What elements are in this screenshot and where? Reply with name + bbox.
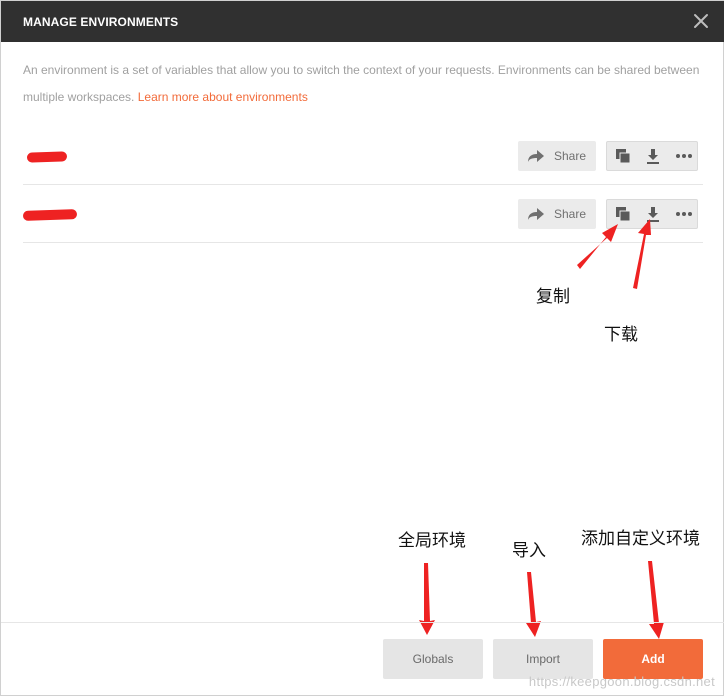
import-annotation: 导入 xyxy=(512,541,546,561)
add-annotation: 添加自定义环境 xyxy=(581,529,700,549)
download-arrow xyxy=(633,219,651,289)
add-arrow xyxy=(648,561,664,639)
add-button[interactable]: Add xyxy=(603,639,703,679)
manage-environments-dialog: MANAGE ENVIRONMENTS An environment is a … xyxy=(0,0,724,696)
import-arrow xyxy=(526,572,541,637)
copy-annotation: 复制 xyxy=(536,287,570,307)
import-button[interactable]: Import xyxy=(493,639,593,679)
globals-arrow xyxy=(419,563,435,635)
globals-annotation: 全局环境 xyxy=(398,531,466,551)
watermark: https://keepgoon.blog.csdn.net xyxy=(528,674,715,689)
footer-divider xyxy=(1,622,724,623)
annotation-arrows xyxy=(419,219,664,639)
copy-arrow xyxy=(577,224,618,269)
download-annotation: 下载 xyxy=(604,325,638,345)
globals-button[interactable]: Globals xyxy=(383,639,483,679)
